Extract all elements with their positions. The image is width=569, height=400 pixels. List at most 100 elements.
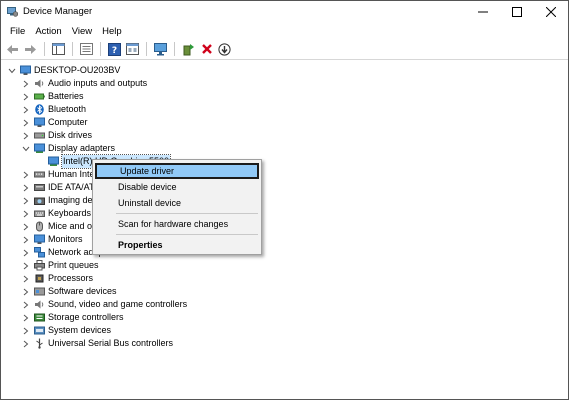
system-device-icon (34, 325, 45, 336)
toolbar-separator (44, 42, 45, 56)
software-device-icon (34, 286, 45, 297)
chevron-right-icon[interactable] (21, 168, 31, 181)
update-driver-toolbar-button[interactable] (181, 42, 196, 57)
tree-item-label: Universal Serial Bus controllers (48, 338, 174, 348)
action-view-button[interactable] (125, 42, 140, 57)
close-button[interactable] (534, 1, 568, 23)
toolbar: ? (1, 40, 568, 58)
tree-item-label: Computer (48, 117, 88, 127)
tree-item-label: Disk drives (48, 130, 93, 140)
speaker-icon (34, 78, 45, 89)
tree-item-label: Keyboards (48, 208, 92, 218)
tree-item-display-adapters[interactable]: Display adapters (21, 142, 115, 155)
monitor-icon (34, 234, 45, 245)
tree-item-batteries[interactable]: Batteries (21, 90, 84, 103)
toolbar-divider (1, 59, 568, 60)
toolbar-separator (72, 42, 73, 56)
menu-help[interactable]: Help (97, 23, 127, 40)
chevron-right-icon[interactable] (21, 311, 31, 324)
minimize-button[interactable] (466, 1, 500, 23)
tree-item-label: Print queues (48, 260, 99, 270)
tree-root-label: DESKTOP-OU203BV (34, 65, 121, 75)
tree-item-label: Bluetooth (48, 104, 87, 114)
keyboard-icon (34, 208, 45, 219)
mouse-icon (34, 221, 45, 232)
toolbar-separator (174, 42, 175, 56)
tree-item-monitors[interactable]: Monitors (21, 233, 83, 246)
menu-action[interactable]: Action (30, 23, 66, 40)
chevron-right-icon[interactable] (21, 103, 31, 116)
tree-item-label: Audio inputs and outputs (48, 78, 148, 88)
tree-root[interactable]: DESKTOP-OU203BV (7, 64, 120, 77)
chevron-down-icon[interactable] (7, 64, 17, 77)
menu-view[interactable]: View (67, 23, 97, 40)
disk-drive-icon (34, 130, 45, 141)
bluetooth-icon (34, 104, 45, 115)
chevron-right-icon[interactable] (21, 207, 31, 220)
chevron-right-icon[interactable] (21, 116, 31, 129)
tree-item-keyboards[interactable]: Keyboards (21, 207, 91, 220)
tree-item-label: Storage controllers (48, 312, 124, 322)
update-driver-menu-item[interactable]: Update driver (95, 163, 259, 179)
hid-icon (34, 169, 45, 180)
toolbar-separator (146, 42, 147, 56)
chevron-right-icon[interactable] (21, 220, 31, 233)
chevron-right-icon[interactable] (21, 337, 31, 350)
chevron-right-icon[interactable] (21, 285, 31, 298)
tree-item-sound[interactable]: Sound, video and game controllers (21, 298, 187, 311)
chevron-right-icon[interactable] (21, 77, 31, 90)
chevron-right-icon[interactable] (21, 272, 31, 285)
tree-item-label: Processors (48, 273, 94, 283)
tree-item-label: System devices (48, 325, 112, 335)
forward-button[interactable] (23, 42, 38, 57)
chevron-right-icon[interactable] (21, 181, 31, 194)
tree-item-disk-drives[interactable]: Disk drives (21, 129, 92, 142)
context-menu: Update driver Disable device Uninstall d… (92, 159, 262, 255)
device-manager-window: Device Manager File Action View Help ? D… (0, 0, 569, 400)
scan-hardware-button[interactable] (153, 42, 168, 57)
uninstall-device-menu-item[interactable]: Uninstall device (95, 195, 259, 211)
chevron-right-icon[interactable] (21, 324, 31, 337)
camera-icon (34, 195, 45, 206)
properties-menu-item[interactable]: Properties (95, 237, 259, 253)
display-adapter-icon (48, 156, 59, 167)
back-button[interactable] (5, 42, 20, 57)
chevron-right-icon[interactable] (21, 194, 31, 207)
chevron-right-icon[interactable] (21, 90, 31, 103)
disable-device-menu-item[interactable]: Disable device (95, 179, 259, 195)
ide-icon (34, 182, 45, 193)
chevron-down-icon[interactable] (21, 142, 31, 155)
tree-item-system-devices[interactable]: System devices (21, 324, 111, 337)
chevron-right-icon[interactable] (21, 298, 31, 311)
tree-item-computer[interactable]: Computer (21, 116, 88, 129)
tree-item-label: Sound, video and game controllers (48, 299, 188, 309)
show-hide-console-tree-button[interactable] (51, 42, 66, 57)
tree-item-software-devices[interactable]: Software devices (21, 285, 117, 298)
tree-item-storage[interactable]: Storage controllers (21, 311, 124, 324)
uninstall-device-button[interactable] (199, 42, 214, 57)
help-button[interactable]: ? (107, 42, 122, 57)
tree-item-processors[interactable]: Processors (21, 272, 93, 285)
chevron-right-icon[interactable] (21, 233, 31, 246)
computer-icon (20, 65, 31, 76)
chevron-right-icon[interactable] (21, 259, 31, 272)
toolbar-separator (100, 42, 101, 56)
device-manager-icon (7, 6, 19, 17)
tree-item-audio[interactable]: Audio inputs and outputs (21, 77, 147, 90)
tree-item-bluetooth[interactable]: Bluetooth (21, 103, 86, 116)
properties-toolbar-button[interactable] (79, 42, 94, 57)
maximize-button[interactable] (500, 1, 534, 23)
sound-icon (34, 299, 45, 310)
storage-icon (34, 312, 45, 323)
menu-file[interactable]: File (5, 23, 30, 40)
tree-item-print-queues[interactable]: Print queues (21, 259, 99, 272)
svg-text:?: ? (112, 46, 117, 56)
tree-item-usb[interactable]: Universal Serial Bus controllers (21, 337, 173, 350)
tree-item-label: Monitors (48, 234, 83, 244)
scan-hardware-menu-item[interactable]: Scan for hardware changes (95, 216, 259, 232)
chevron-right-icon[interactable] (21, 129, 31, 142)
tree-item-label: Display adapters (48, 143, 116, 153)
chevron-right-icon[interactable] (21, 246, 31, 259)
menu-separator (116, 213, 258, 214)
enable-device-button[interactable] (217, 42, 232, 57)
